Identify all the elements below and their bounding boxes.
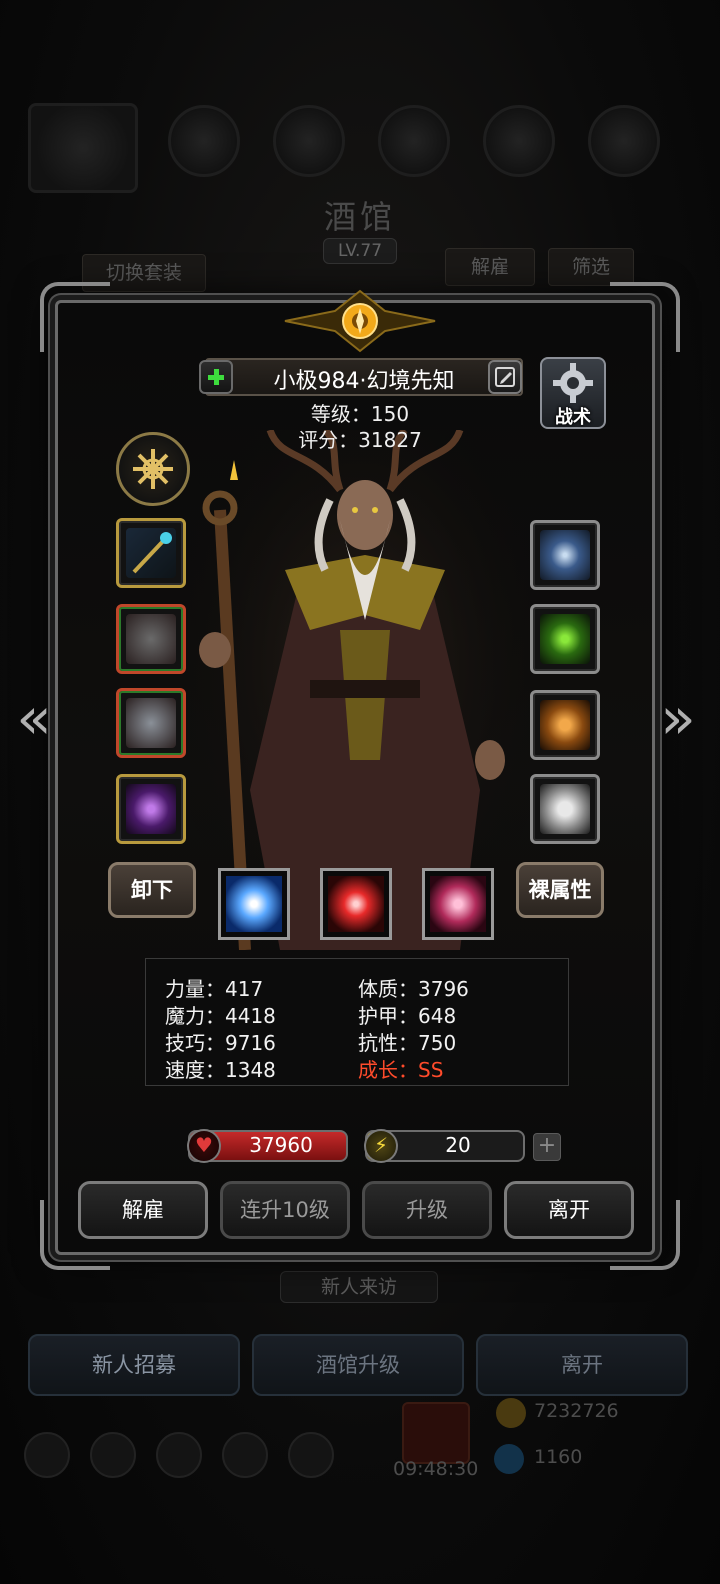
attr-skill: 技巧：9716 — [165, 1031, 276, 1055]
dismiss-button[interactable]: 解雇 — [78, 1181, 208, 1239]
attr-growth: 成长：SS — [358, 1058, 444, 1082]
hero-level: 等级：150 — [310, 402, 410, 426]
bg-new-visitor: 新人来访 — [280, 1271, 438, 1303]
bg-gold-icon — [496, 1398, 526, 1428]
bg-menu-icon — [483, 105, 555, 177]
charm-icon — [540, 614, 590, 664]
bg-leave-button: 离开 — [476, 1334, 688, 1396]
lantern-icon — [540, 700, 590, 750]
bg-bottom-icon — [288, 1432, 334, 1478]
equip-slot-glove[interactable] — [530, 774, 600, 844]
bg-portrait-icon — [28, 103, 138, 193]
energy-value: 20 — [445, 1133, 471, 1157]
bg-filter-button: 筛选 — [548, 248, 634, 286]
gear-icon — [553, 363, 593, 403]
background-top-icons — [28, 103, 692, 193]
add-energy-button[interactable]: + — [533, 1133, 561, 1161]
bg-upgrade-tavern-button: 酒馆升级 — [252, 1334, 464, 1396]
previous-hero-arrow[interactable]: « — [10, 688, 58, 752]
add-button[interactable] — [199, 360, 233, 394]
bg-gem-icon — [494, 1444, 524, 1474]
bg-menu-icon — [168, 105, 240, 177]
bg-gold-amount: 7232726 — [534, 1400, 619, 1422]
equip-slot-lantern[interactable] — [530, 690, 600, 760]
frame-ornament — [40, 282, 110, 352]
helmet-icon — [126, 698, 176, 748]
level-up-button[interactable]: 升级 — [362, 1181, 492, 1239]
bg-tavern-title: 酒馆 — [323, 198, 396, 236]
attr-magic: 魔力：4418 — [165, 1004, 276, 1028]
spider-web-skill-icon — [430, 876, 486, 932]
level-up-10-button[interactable]: 连升10级 — [220, 1181, 350, 1239]
attr-constitution: 体质：3796 — [358, 977, 469, 1001]
frame-ornament — [610, 282, 680, 352]
attr-armor: 护甲：648 — [358, 1004, 457, 1028]
fire-slash-skill-icon — [328, 876, 384, 932]
glove-icon — [540, 784, 590, 834]
equip-slot-orb[interactable] — [116, 774, 186, 844]
bg-bottom-icon — [24, 1432, 70, 1478]
attr-speed: 速度：1348 — [165, 1058, 276, 1082]
skill-slot-1[interactable] — [218, 868, 290, 940]
edit-name-button[interactable] — [488, 360, 522, 394]
bg-menu-icon — [273, 105, 345, 177]
attr-strength: 力量：417 — [165, 977, 264, 1001]
unequip-button[interactable]: 卸下 — [108, 862, 196, 918]
armor-icon — [126, 614, 176, 664]
staff-icon — [126, 528, 176, 578]
class-rune-icon — [133, 449, 173, 489]
bg-bottom-icon — [90, 1432, 136, 1478]
bg-gem-amount: 1160 — [534, 1446, 583, 1468]
tactics-label: 战术 — [555, 407, 591, 428]
bg-tavern-level: LV.77 — [323, 238, 397, 264]
skill-slot-3[interactable] — [422, 868, 494, 940]
necklace-icon — [540, 530, 590, 580]
hp-value: 37960 — [249, 1133, 313, 1157]
bare-attributes-button[interactable]: 裸属性 — [516, 862, 604, 918]
bg-timer: 09:48:30 — [393, 1458, 479, 1480]
hero-name: 小极984·幻境先知 — [273, 369, 455, 394]
equip-slot-helmet[interactable] — [116, 688, 186, 758]
leave-button[interactable]: 离开 — [504, 1181, 634, 1239]
light-burst-skill-icon — [226, 876, 282, 932]
equip-slot-charm[interactable] — [530, 604, 600, 674]
bg-bottom-icon — [156, 1432, 202, 1478]
hero-score: 评分：31827 — [298, 428, 422, 452]
heart-icon: ♥ — [187, 1129, 221, 1163]
bg-recruit-button: 新人招募 — [28, 1334, 240, 1396]
lightning-icon: ⚡ — [364, 1129, 398, 1163]
bg-menu-icon — [378, 105, 450, 177]
bg-dismiss-button: 解雇 — [445, 248, 535, 286]
bg-menu-icon — [588, 105, 660, 177]
pencil-icon — [495, 367, 515, 387]
bg-bottom-icon — [222, 1432, 268, 1478]
crest-emblem-icon — [284, 289, 436, 353]
attr-resistance: 抗性：750 — [358, 1031, 457, 1055]
skill-slot-2[interactable] — [320, 868, 392, 940]
equip-slot-weapon[interactable] — [116, 518, 186, 588]
equip-slot-necklace[interactable] — [530, 520, 600, 590]
orb-icon — [126, 784, 176, 834]
bg-gift-icon — [402, 1402, 470, 1464]
equip-slot-armor[interactable] — [116, 604, 186, 674]
class-emblem[interactable] — [116, 432, 190, 506]
next-hero-arrow[interactable]: » — [654, 688, 702, 752]
